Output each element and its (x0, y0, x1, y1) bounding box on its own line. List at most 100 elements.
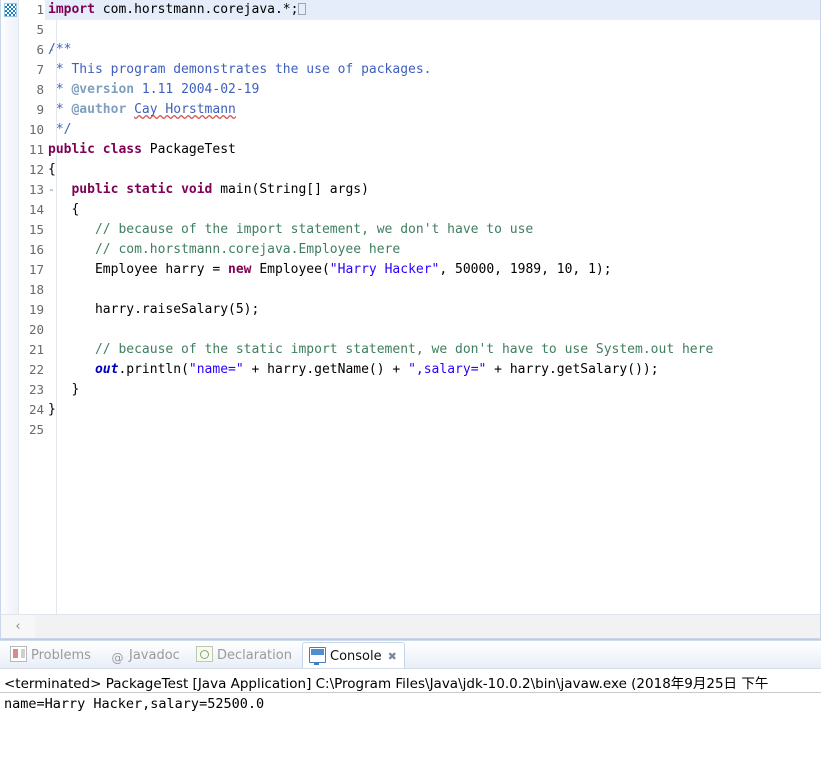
line-number: 10 (28, 122, 44, 137)
token-keyword: import (48, 2, 95, 17)
code-line-15[interactable]: // because of the import statement, we d… (45, 220, 820, 240)
source-code-area[interactable]: import com.horstmann.corejava.*; /** * T… (45, 0, 820, 614)
line-number: 23 (28, 382, 44, 397)
tab-label: Declaration (217, 648, 292, 663)
line-number: 20 (28, 322, 44, 337)
line-number: 12 (28, 162, 44, 177)
line-number: 17 (28, 262, 44, 277)
code-text: // because of the import statement, we d… (48, 220, 533, 240)
code-text: public static void main(String[] args) (48, 180, 368, 200)
scroll-left-arrow-icon[interactable]: ‹ (1, 615, 35, 638)
editor-horizontal-scrollbar[interactable]: ‹ (0, 614, 821, 639)
code-text: Employee harry = new Employee("Harry Hac… (48, 260, 612, 280)
line-number: 24 (28, 402, 44, 417)
code-text: * This program demonstrates the use of p… (48, 60, 432, 80)
token-comment: // com.horstmann.corejava.Employee here (94, 242, 401, 257)
line-number: 18 (28, 282, 44, 297)
code-line-14[interactable]: { (45, 200, 820, 220)
token-keyword-public: public (48, 142, 95, 157)
tab-label: Javadoc (129, 648, 180, 663)
java-editor-panel: 1 5 6 7 8 9 10 11 12 13 14 15 16 17 18 1… (0, 0, 821, 640)
token-type-name: PackageTest (141, 142, 236, 157)
token-javadoc-tag-author: @author (71, 102, 127, 117)
code-line-7[interactable]: * This program demonstrates the use of p… (45, 60, 820, 80)
close-icon[interactable]: ✖ (388, 650, 397, 663)
code-text: /** (48, 42, 72, 57)
code-text: } (48, 382, 80, 397)
code-line-17[interactable]: Employee harry = new Employee("Harry Hac… (45, 260, 820, 280)
tab-console[interactable]: Console ✖ (302, 642, 405, 669)
code-line-11[interactable]: public class PackageTest (45, 140, 820, 160)
code-line-10[interactable]: */ (45, 120, 820, 140)
code-line-20[interactable] (45, 320, 820, 340)
line-number: 25 (28, 422, 44, 437)
code-line-1[interactable]: import com.horstmann.corejava.*; (45, 0, 820, 20)
code-line-19[interactable]: harry.raiseSalary(5); (45, 300, 820, 320)
code-line-5[interactable] (45, 20, 820, 40)
import-annotation-icon[interactable] (4, 3, 17, 17)
line-number: 11 (28, 142, 44, 157)
code-line-18[interactable] (45, 280, 820, 300)
tab-problems[interactable]: Problems (4, 642, 98, 669)
bottom-view-stack: Problems @ Javadoc Declaration Console ✖ <… (0, 640, 821, 763)
code-line-6[interactable]: /** (45, 40, 820, 60)
line-number: 6 (36, 42, 44, 57)
code-line-22[interactable]: out.println("name=" + harry.getName() + … (45, 360, 820, 380)
code-text: public class PackageTest (48, 140, 236, 160)
code-text: { (48, 162, 56, 177)
code-line-12[interactable]: { (45, 160, 820, 180)
editor-viewport[interactable]: 1 5 6 7 8 9 10 11 12 13 14 15 16 17 18 1… (0, 0, 821, 614)
tab-label: Console (330, 649, 382, 664)
code-line-9[interactable]: * @author Cay Horstmann (45, 100, 820, 120)
console-terminated-header: <terminated> PackageTest [Java Applicati… (4, 676, 769, 692)
code-line-8[interactable]: * @version 1.11 2004-02-19 (45, 80, 820, 100)
line-number: 7 (36, 62, 44, 77)
console-output-area[interactable]: <terminated> PackageTest [Java Applicati… (0, 668, 821, 763)
token-decl: Employee harry = (94, 262, 229, 277)
token-keyword-new: new (228, 262, 252, 277)
line-number: 1 (36, 2, 44, 17)
code-text: out.println("name=" + harry.getName() + … (48, 360, 659, 380)
editor-marker-bar[interactable] (1, 0, 19, 614)
code-line-13[interactable]: public static void main(String[] args) (45, 180, 820, 200)
line-number: 13 (28, 182, 44, 197)
code-line-23[interactable]: } (45, 380, 820, 400)
code-line-25[interactable] (45, 420, 820, 440)
code-text: * @version 1.11 2004-02-19 (48, 80, 260, 100)
console-output-line: name=Harry Hacker,salary=52500.0 (4, 696, 265, 712)
code-line-16[interactable]: // com.horstmann.corejava.Employee here (45, 240, 820, 260)
line-number: 15 (28, 222, 44, 237)
token-args: , 50000, 1989, 10, 1); (439, 262, 612, 277)
token-keyword-class: class (102, 142, 142, 157)
code-text: * @author Cay Horstmann (48, 100, 236, 120)
code-text: } (48, 402, 56, 417)
line-number: 19 (28, 302, 44, 317)
problems-icon (10, 646, 27, 662)
token-string-literal: "Harry Hacker" (329, 262, 440, 277)
token-concat: + harry.getName() + (243, 362, 409, 377)
code-text: import com.horstmann.corejava.*; (48, 0, 307, 20)
tab-javadoc[interactable]: @ Javadoc (104, 642, 187, 669)
token-comment: // because of the static import statemen… (94, 342, 714, 357)
code-line-21[interactable]: // because of the static import statemen… (45, 340, 820, 360)
token-javadoc-star: * (48, 102, 72, 117)
code-text: harry.raiseSalary(5); (48, 300, 259, 320)
code-line-24[interactable]: } (45, 400, 820, 420)
tab-label: Problems (31, 648, 91, 663)
line-number: 21 (28, 342, 44, 357)
token-string-literal: "name=" (188, 362, 244, 377)
token-concat-tail: + harry.getSalary()); (486, 362, 659, 377)
token-javadoc-star: * (48, 82, 72, 97)
console-divider (0, 692, 821, 693)
tab-declaration[interactable]: Declaration (190, 642, 299, 669)
line-number: 14 (28, 202, 44, 217)
token-javadoc-star: * (48, 62, 72, 77)
code-text: */ (48, 122, 72, 137)
token-method-call: .println( (118, 362, 189, 377)
